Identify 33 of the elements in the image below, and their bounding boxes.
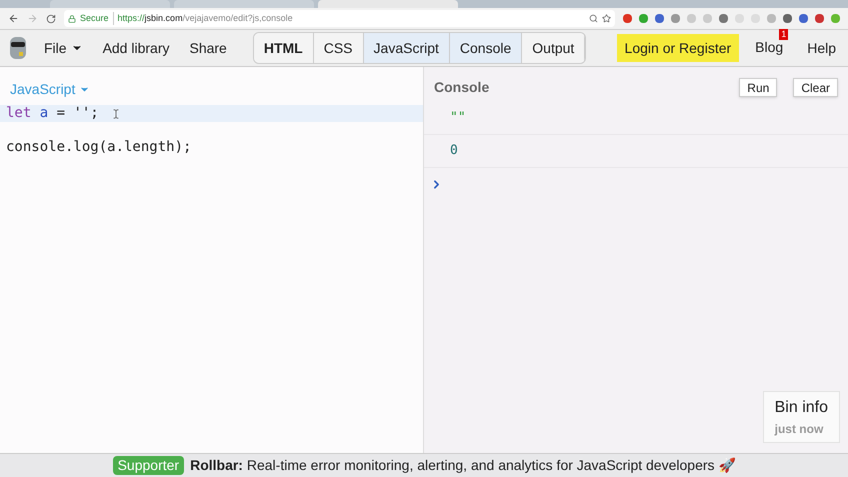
console-title: Console: [434, 78, 490, 97]
blog-link[interactable]: Blog: [755, 39, 784, 55]
panel-tab[interactable]: Output: [522, 33, 586, 63]
console-output: "": [450, 109, 466, 128]
address-bar[interactable]: Secure https://jsbin.com/vejajavemo/edit?js,console: [64, 10, 615, 27]
menu-button[interactable]: Share: [189, 38, 227, 58]
menu-button[interactable]: File: [44, 38, 83, 58]
help-link[interactable]: Help: [807, 38, 836, 58]
lock-icon: [68, 14, 76, 22]
text-cursor-icon: [110, 108, 121, 118]
panel-tab[interactable]: Console: [450, 33, 522, 63]
panel-tab[interactable]: JavaScript: [364, 33, 450, 63]
url-text: https://jsbin.com/vejajavemo/edit?js,console: [118, 12, 293, 25]
robot-logo-icon[interactable]: [8, 35, 28, 61]
supporter-badge: Supporter: [112, 456, 184, 475]
bin-info-card[interactable]: Bin info just now: [762, 391, 840, 443]
secure-label: Secure: [80, 12, 114, 26]
star-icon[interactable]: [602, 14, 611, 23]
reload-icon[interactable]: [46, 14, 56, 24]
notification-badge: 1: [779, 29, 788, 40]
zoom-icon[interactable]: [589, 14, 598, 23]
bin-info-title: Bin info: [774, 398, 828, 418]
sponsor-message: Rollbar: Real-time error monitoring, alerting, and analytics for JavaScript developers 🚀: [190, 456, 736, 475]
login-button[interactable]: Login or Register: [616, 34, 740, 62]
panel-tab[interactable]: CSS: [314, 33, 364, 63]
code-line: console.log(a.length);: [5, 139, 192, 156]
console-button[interactable]: Clear: [793, 78, 838, 97]
back-icon[interactable]: [8, 13, 19, 24]
panel-tab[interactable]: HTML: [254, 33, 314, 63]
menu-button[interactable]: Add library: [102, 38, 170, 58]
console-output: 0: [450, 142, 458, 160]
console-button[interactable]: Run: [739, 78, 778, 97]
bin-info-time: just now: [774, 421, 824, 438]
